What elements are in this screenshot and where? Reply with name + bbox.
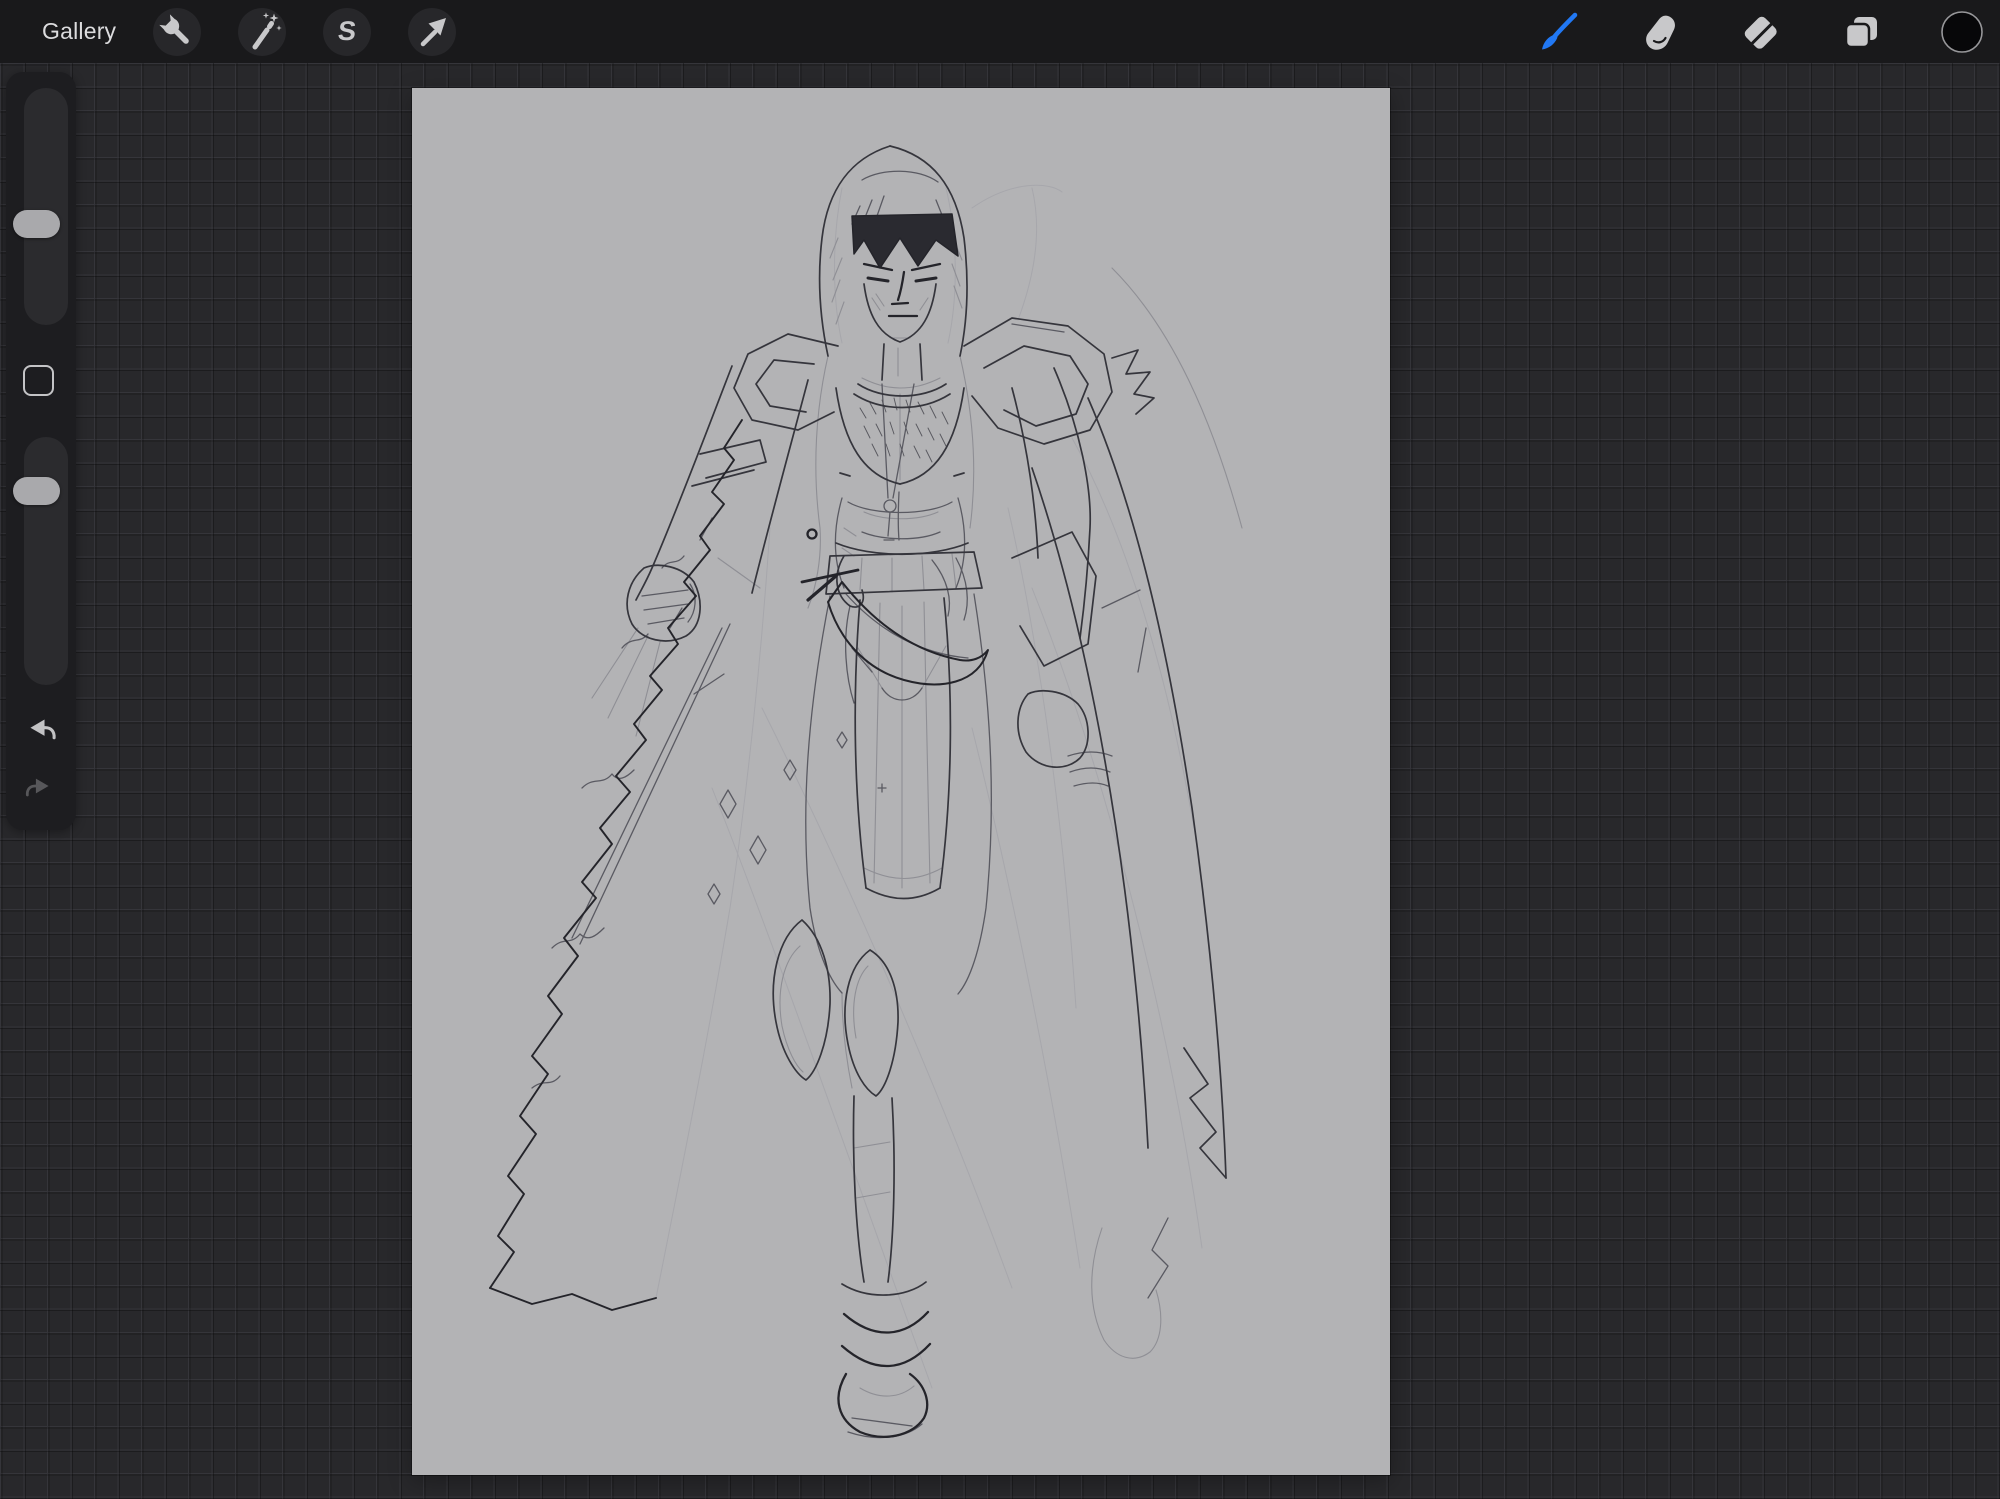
eraser-icon	[1744, 16, 1777, 49]
canvas[interactable]	[412, 88, 1390, 1475]
opacity-handle[interactable]	[13, 477, 60, 505]
character-sketch	[489, 145, 1243, 1439]
paintbrush-icon	[1542, 12, 1578, 49]
redo-button[interactable]	[18, 766, 62, 810]
procreate-app: Gallery S	[0, 0, 2000, 1499]
smudge-finger-icon	[1646, 15, 1675, 50]
brush-size-handle[interactable]	[13, 210, 60, 238]
undo-button[interactable]	[18, 708, 62, 752]
color-swatch-button[interactable]	[1938, 8, 1986, 56]
gallery-button[interactable]: Gallery	[42, 18, 116, 45]
sidebar-panel	[6, 72, 76, 830]
transform-arrow-icon	[421, 17, 447, 46]
opacity-slider[interactable]	[24, 437, 68, 685]
erase-tool-button[interactable]	[1736, 8, 1784, 56]
wrench-icon	[159, 13, 190, 44]
layers-icon	[1844, 16, 1877, 48]
selection-s-icon: S	[336, 16, 358, 46]
redo-arrow-icon	[25, 778, 49, 797]
color-swatch	[1941, 10, 1983, 53]
selection-button[interactable]: S	[323, 7, 372, 56]
top-toolbar: Gallery S	[0, 0, 2000, 63]
actions-button[interactable]	[153, 7, 202, 56]
paint-tool-button[interactable]	[1534, 8, 1582, 56]
modify-button[interactable]	[23, 365, 54, 396]
smudge-tool-button[interactable]	[1635, 8, 1683, 56]
transform-button[interactable]	[408, 7, 457, 56]
workspace-background	[0, 63, 2000, 1499]
undo-arrow-icon	[30, 719, 56, 740]
layers-button[interactable]	[1837, 8, 1885, 56]
brush-size-slider[interactable]	[24, 88, 68, 325]
adjustments-button[interactable]	[238, 7, 287, 56]
magic-wand-icon	[252, 11, 282, 49]
